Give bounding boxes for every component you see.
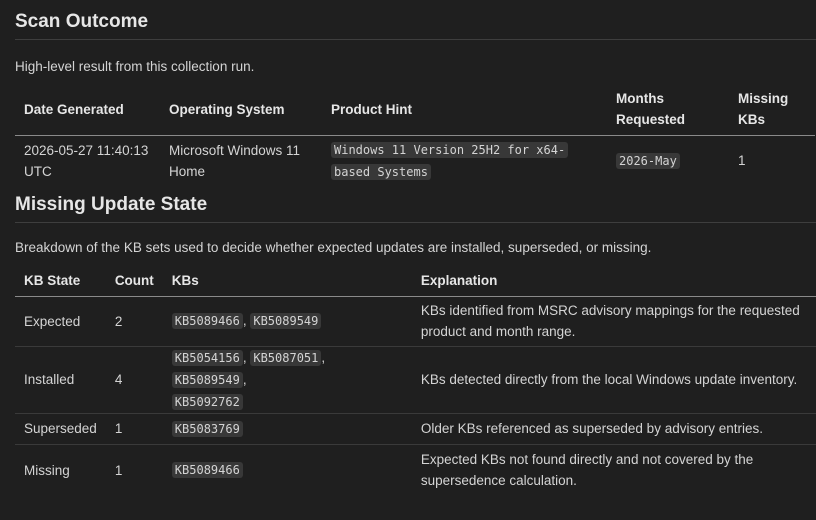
column-header-months-requested: Months Requested	[607, 84, 729, 136]
cell-operating-system: Microsoft Windows 11 Home	[169, 142, 301, 179]
cell-explanation: KBs detected directly from the local Win…	[420, 372, 798, 387]
cell-months-requested: 2026-May	[607, 135, 729, 186]
column-header-operating-system: Operating System	[160, 84, 322, 136]
product-hint-code: Windows 11 Version 25H2 for x64-	[331, 141, 569, 158]
cell-count: 4	[114, 372, 123, 387]
column-header-kbs: KBs	[162, 266, 412, 297]
column-header-count: Count	[105, 266, 163, 297]
months-requested-code: 2026-May	[616, 152, 680, 169]
table-header-row: KB State Count KBs Explanation	[15, 266, 816, 297]
report-content: Scan Outcome High-level result from this…	[0, 0, 816, 496]
table-row: 2026-05-27 11:40:13 UTC Microsoft Windows…	[15, 135, 815, 186]
cell-kb-state: Expected	[24, 313, 81, 329]
kb-code: KB5054156	[171, 349, 243, 366]
cell-date-generated: 2026-05-27 11:40:13 UTC	[24, 142, 149, 179]
cell-explanation: Older KBs referenced as superseded by ad…	[420, 421, 763, 436]
kb-code: KB5092762	[171, 393, 243, 410]
missing-update-state-table: KB State Count KBs Explanation Expected …	[15, 266, 816, 496]
cell-count: 1	[114, 421, 123, 436]
kb-code: KB5089549	[171, 371, 243, 388]
table-header-row: Date Generated Operating System Product …	[15, 84, 815, 136]
cell-product-hint: Windows 11 Version 25H2 for x64- based Sy…	[322, 135, 607, 186]
column-header-date-generated: Date Generated	[15, 84, 160, 136]
cell-missing-kbs: 1	[738, 153, 746, 169]
table-row: Installed 4 KB5054156, KB5087051, KB5089…	[15, 346, 816, 413]
cell-kb-state: Missing	[24, 462, 70, 478]
table-row: Expected 2 KB5089466, KB5089549 KBs iden…	[15, 296, 816, 346]
section-title-missing-update-state: Missing Update State	[15, 186, 816, 223]
section-title-scan-outcome: Scan Outcome	[15, 0, 816, 40]
missing-update-state-description: Breakdown of the KB sets used to decide …	[15, 240, 652, 255]
cell-kbs: KB5089466, KB5089549	[163, 296, 412, 346]
table-row: Missing 1 KB5089466 Expected KBs not fou…	[15, 444, 816, 496]
kb-code: KB5089466	[171, 313, 243, 329]
column-header-explanation: Explanation	[411, 266, 816, 297]
kb-code: KB5089466	[171, 462, 243, 479]
table-row: Superseded 1 KB5083769 Older KBs referen…	[15, 413, 816, 444]
scan-outcome-description: High-level result from this collection r…	[15, 59, 255, 74]
column-header-product-hint: Product Hint	[322, 84, 607, 136]
cell-kbs: KB5083769	[163, 413, 412, 444]
cell-kbs: KB5054156, KB5087051, KB5089549, KB509276…	[163, 346, 412, 413]
cell-kbs: KB5089466	[163, 444, 412, 496]
column-header-kb-state: KB State	[15, 266, 106, 297]
cell-count: 1	[114, 462, 123, 478]
cell-kb-state: Installed	[24, 372, 75, 387]
kb-code: KB5083769	[171, 420, 243, 437]
column-header-missing-kbs: Missing KBs	[729, 84, 815, 136]
cell-kb-state: Superseded	[24, 421, 97, 436]
kb-code: KB5087051	[250, 349, 322, 366]
kb-code: KB5089549	[250, 313, 322, 329]
cell-count: 2	[114, 313, 123, 329]
product-hint-code: based Systems	[331, 163, 431, 180]
scan-outcome-table: Date Generated Operating System Product …	[15, 84, 815, 186]
cell-explanation: KBs identified from MSRC advisory mappin…	[420, 303, 800, 339]
cell-explanation: Expected KBs not found directly and not …	[420, 452, 754, 489]
